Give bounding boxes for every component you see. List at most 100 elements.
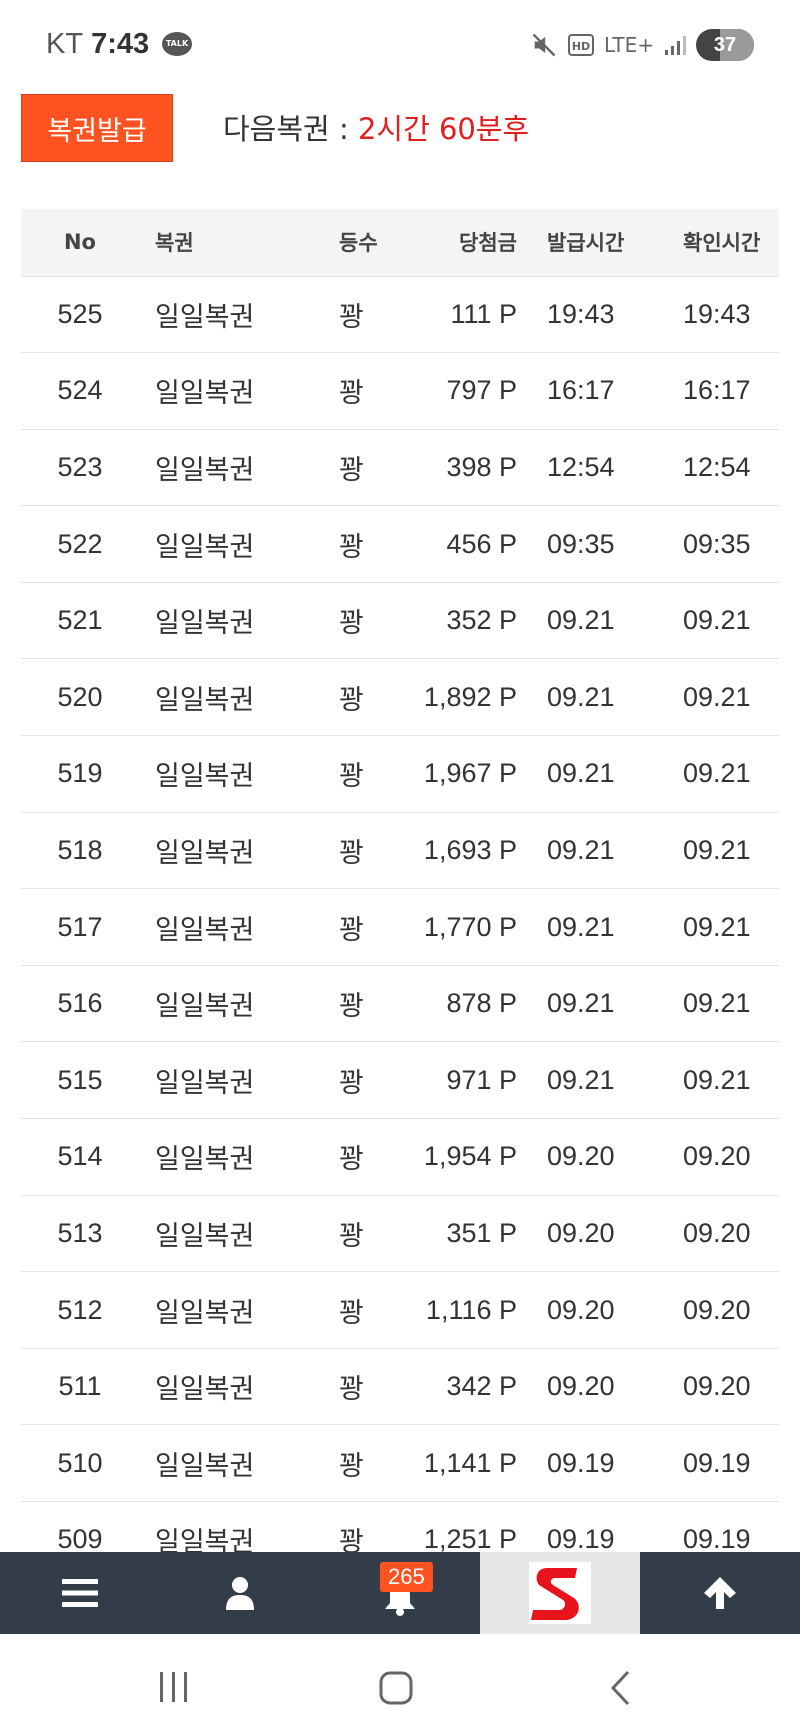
col-prize: 당첨금: [389, 209, 527, 277]
cell-prize: 1,141 P: [389, 1424, 527, 1502]
notification-badge: 265: [379, 1562, 433, 1592]
cell-prize: 398 P: [389, 429, 527, 507]
cell-prize: 1,251 P: [389, 1501, 527, 1552]
cell-no: 510: [21, 1424, 139, 1502]
cell-checked-time: 09:35: [653, 505, 779, 583]
cell-no: 519: [21, 735, 139, 813]
cell-issued-time: 09.21: [527, 582, 653, 660]
col-lottery: 복권: [139, 209, 289, 277]
cell-rank: 꽝: [289, 429, 389, 507]
table-row[interactable]: 515 일일복권 꽝 971 P 09.21 09.21: [21, 1041, 779, 1120]
cell-issued-time: 09.20: [527, 1348, 653, 1426]
status-icons: HD LTE+ 37: [530, 28, 754, 62]
menu-icon: [62, 1579, 98, 1607]
cell-checked-time: 09.21: [653, 1041, 779, 1120]
lottery-history-table: No 복권 등수 당첨금 발급시간 확인시간 525 일일복권 꽝 111 P 19:4…: [21, 209, 779, 1552]
bottom-nav: 265: [0, 1552, 800, 1634]
cell-checked-time: 09.19: [653, 1501, 779, 1552]
arrow-up-icon: [704, 1577, 736, 1609]
cell-lottery: 일일복권: [139, 1424, 289, 1502]
user-icon: [226, 1577, 254, 1610]
cell-lottery: 일일복권: [139, 658, 289, 737]
next-lottery-countdown: 2시간 60분후: [357, 112, 530, 146]
table-row[interactable]: 514 일일복권 꽝 1,954 P 09.20 09.20: [21, 1118, 779, 1196]
cell-issued-time: 09.21: [527, 1041, 653, 1120]
cell-rank: 꽝: [289, 735, 389, 813]
cell-checked-time: 09.21: [653, 735, 779, 813]
cell-no: 512: [21, 1271, 139, 1349]
cell-lottery: 일일복권: [139, 1118, 289, 1196]
table-row[interactable]: 510 일일복권 꽝 1,141 P 09.19 09.19: [21, 1424, 779, 1502]
cell-no: 511: [21, 1348, 139, 1426]
table-header-row: No 복권 등수 당첨금 발급시간 확인시간: [21, 209, 779, 277]
table-row[interactable]: 509 일일복권 꽝 1,251 P 09.19 09.19: [21, 1501, 779, 1552]
col-no: No: [21, 209, 139, 277]
cell-no: 514: [21, 1118, 139, 1196]
svg-text:HD: HD: [572, 40, 590, 53]
table-row[interactable]: 512 일일복권 꽝 1,116 P 09.20 09.20: [21, 1271, 779, 1349]
cell-checked-time: 09.20: [653, 1348, 779, 1426]
notifications-button[interactable]: 265: [320, 1552, 480, 1634]
table-row[interactable]: 522 일일복권 꽝 456 P 09:35 09:35: [21, 505, 779, 583]
table-row[interactable]: 517 일일복권 꽝 1,770 P 09.21 09.21: [21, 888, 779, 966]
cell-no: 518: [21, 812, 139, 890]
cell-checked-time: 09.21: [653, 812, 779, 890]
site-logo-button[interactable]: [480, 1552, 640, 1634]
cell-checked-time: 19:43: [653, 276, 779, 354]
cell-no: 520: [21, 658, 139, 737]
recent-apps-icon[interactable]: [158, 1670, 190, 1704]
kakaotalk-icon: TALK: [162, 32, 192, 56]
back-icon[interactable]: [608, 1670, 632, 1706]
cell-no: 521: [21, 582, 139, 660]
issue-lottery-button[interactable]: 복권발급: [21, 94, 173, 162]
table-row[interactable]: 511 일일복권 꽝 342 P 09.20 09.20: [21, 1348, 779, 1426]
menu-button[interactable]: [0, 1552, 160, 1634]
table-row[interactable]: 516 일일복권 꽝 878 P 09.21 09.21: [21, 965, 779, 1043]
cell-issued-time: 19:43: [527, 276, 653, 354]
status-bar: KT 7:43 TALK HD LTE+ 37: [0, 0, 800, 92]
cell-prize: 342 P: [389, 1348, 527, 1426]
cell-checked-time: 09.20: [653, 1118, 779, 1196]
scroll-top-button[interactable]: [640, 1552, 800, 1634]
cell-lottery: 일일복권: [139, 429, 289, 507]
next-lottery-label: 다음복권 :: [223, 112, 358, 146]
cell-rank: 꽝: [289, 1424, 389, 1502]
table-row[interactable]: 523 일일복권 꽝 398 P 12:54 12:54: [21, 429, 779, 507]
table-row[interactable]: 520 일일복권 꽝 1,892 P 09.21 09.21: [21, 658, 779, 737]
cell-prize: 111 P: [389, 276, 527, 354]
cell-prize: 351 P: [389, 1195, 527, 1273]
cell-issued-time: 09.19: [527, 1501, 653, 1552]
profile-button[interactable]: [160, 1552, 320, 1634]
table-row[interactable]: 525 일일복권 꽝 111 P 19:43 19:43: [21, 276, 779, 354]
cell-lottery: 일일복권: [139, 965, 289, 1043]
cell-checked-time: 09.20: [653, 1271, 779, 1349]
cell-rank: 꽝: [289, 352, 389, 430]
table-row[interactable]: 521 일일복권 꽝 352 P 09.21 09.21: [21, 582, 779, 660]
hd-icon: HD: [568, 34, 594, 56]
cell-no: 517: [21, 888, 139, 966]
cell-rank: 꽝: [289, 276, 389, 354]
cell-prize: 1,892 P: [389, 658, 527, 737]
table-row[interactable]: 524 일일복권 꽝 797 P 16:17 16:17: [21, 352, 779, 430]
cell-no: 516: [21, 965, 139, 1043]
carrier-label: KT: [46, 28, 84, 60]
cell-lottery: 일일복권: [139, 505, 289, 583]
cell-rank: 꽝: [289, 1118, 389, 1196]
home-icon[interactable]: [378, 1670, 414, 1706]
cell-prize: 971 P: [389, 1041, 527, 1120]
table-row[interactable]: 519 일일복권 꽝 1,967 P 09.21 09.21: [21, 735, 779, 813]
cell-issued-time: 09.21: [527, 735, 653, 813]
cell-issued-time: 12:54: [527, 429, 653, 507]
cell-rank: 꽝: [289, 658, 389, 737]
table-row[interactable]: 518 일일복권 꽝 1,693 P 09.21 09.21: [21, 812, 779, 890]
cell-issued-time: 09.20: [527, 1271, 653, 1349]
cell-rank: 꽝: [289, 965, 389, 1043]
cell-issued-time: 09:35: [527, 505, 653, 583]
cell-prize: 1,116 P: [389, 1271, 527, 1349]
table-row[interactable]: 513 일일복권 꽝 351 P 09.20 09.20: [21, 1195, 779, 1273]
clock: 7:43: [91, 28, 150, 60]
mute-icon: [532, 33, 556, 57]
cell-prize: 1,693 P: [389, 812, 527, 890]
signal-icon: [665, 36, 686, 55]
cell-checked-time: 09.21: [653, 965, 779, 1043]
